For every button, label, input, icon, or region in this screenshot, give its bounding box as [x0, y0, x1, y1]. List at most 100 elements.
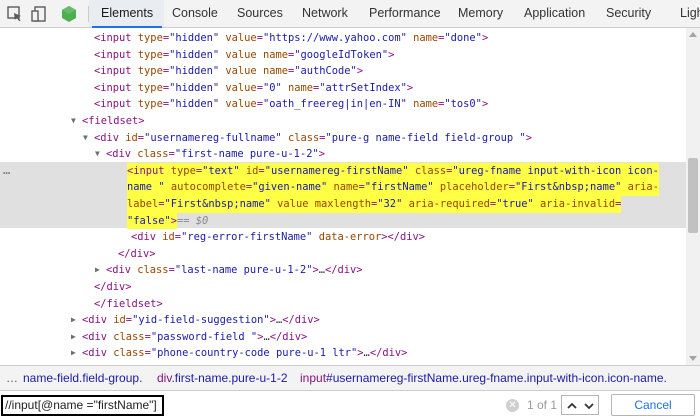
markup-token: "password-field " — [150, 330, 258, 343]
clear-search-icon[interactable]: ✕ — [506, 399, 519, 412]
dom-node-line[interactable]: ▼ <div class="first-name pure-u-1-2"> — [0, 146, 686, 163]
breadcrumb-selector: name-field.field-group. — [23, 371, 143, 385]
markup-token: </div> — [269, 330, 308, 343]
tab-elements[interactable]: Elements — [91, 0, 163, 28]
devtools-toolbar: Elements Console Sources Network Perform… — [0, 0, 700, 28]
markup-token: "first-name pure-u-1-2" — [174, 148, 319, 161]
markup-token: aria-required — [408, 198, 490, 210]
tab-security[interactable]: Security — [606, 0, 651, 27]
breadcrumb-item-first-name[interactable]: div.first-name.pure-u-1-2 — [157, 366, 288, 390]
find-input[interactable]: //input[@name ="firstName"] — [1, 395, 164, 416]
markup-token: name — [333, 181, 359, 194]
markup-token: <input — [94, 65, 138, 78]
markup-token: "usernamereg-firstName" — [264, 164, 409, 177]
markup-token: "attrSetIndex" — [319, 81, 407, 94]
dom-node-line-selected[interactable]: name " autocomplete="given-name" name="f… — [0, 179, 686, 196]
tab-memory[interactable]: Memory — [458, 0, 503, 27]
collapse-triangle-icon[interactable]: ▶ — [71, 329, 81, 346]
collapse-triangle-icon[interactable]: ▶ — [71, 312, 81, 329]
dom-node-line[interactable]: ▶ <div class="last-name pure-u-1-2">…</di… — [0, 262, 686, 279]
markup-token: id — [113, 314, 126, 327]
dom-node-line[interactable]: <input type="hidden" value="oath_freereg… — [0, 96, 686, 113]
breadcrumb-item-fieldgroup[interactable]: name-field.field-group. — [23, 366, 142, 390]
previous-match-icon[interactable] — [565, 399, 579, 413]
dom-node-line-selected[interactable]: "false"> == $0 — [0, 212, 686, 230]
tab-performance[interactable]: Performance — [369, 0, 441, 27]
markup-token: "phone-country-code pure-u-1 ltr" — [150, 347, 358, 360]
markup-token: > — [525, 131, 532, 144]
collapse-triangle-icon[interactable]: ▶ — [95, 262, 105, 279]
extension-icon[interactable] — [59, 4, 79, 24]
markup-token: id — [125, 131, 138, 144]
markup-token: <input — [94, 48, 138, 61]
dom-node-markup: <div id="usernamereg-fullname" class="pu… — [94, 130, 532, 147]
tab-lighthouse[interactable]: Ligh — [680, 0, 700, 27]
markup-token: "tos0" — [444, 98, 482, 111]
markup-token: "hidden" — [169, 32, 220, 44]
dom-node-line[interactable]: ▶ <div class="password-field ">…</div> — [0, 329, 686, 346]
breadcrumb-item-input[interactable]: input#usernamereg-firstName.ureg-fname.i… — [300, 366, 667, 390]
tab-console[interactable]: Console — [172, 0, 218, 27]
cancel-button[interactable]: Cancel — [611, 394, 695, 416]
dom-node-markup: <fieldset> — [82, 113, 145, 130]
dom-node-markup: <input type="text" id="usernamereg-first… — [127, 162, 659, 180]
markup-token: name — [262, 48, 288, 61]
dom-node-line-selected[interactable]: <input type="text" id="usernamereg-first… — [0, 162, 686, 180]
dom-node-line[interactable]: </div> — [0, 279, 686, 296]
dom-node-markup: "false"> — [127, 212, 178, 230]
markup-token: "usernamereg-fullname" — [144, 131, 282, 144]
markup-token: </div> — [369, 347, 408, 360]
dom-node-line[interactable]: ▶ <div class="phone-country-code pure-u-1… — [0, 345, 686, 362]
markup-token: </fieldset> — [94, 297, 163, 310]
next-match-icon[interactable] — [582, 399, 596, 413]
inspect-element-icon[interactable] — [5, 4, 25, 24]
scroll-up-arrow-icon[interactable] — [689, 32, 697, 37]
scrollbar-thumb[interactable] — [688, 158, 698, 233]
markup-token: <input — [127, 164, 171, 177]
markup-token: name — [413, 32, 439, 44]
dom-node-line-selected[interactable]: label="First&nbsp;name" value maxlength=… — [0, 196, 686, 213]
breadcrumb-selector: #usernamereg-firstName.ureg-fname.input-… — [326, 371, 667, 385]
markup-token: "First&nbsp;name" — [164, 198, 271, 210]
markup-token: class — [137, 148, 169, 161]
markup-token: > — [388, 48, 395, 61]
markup-token: <div — [82, 347, 114, 360]
tab-network[interactable]: Network — [302, 0, 348, 27]
device-toolbar-icon[interactable] — [30, 4, 50, 24]
dom-node-markup: <div id="reg-error-firstName" data-error… — [131, 229, 425, 246]
dom-node-line[interactable]: <input type="hidden" value="0" name="att… — [0, 80, 686, 97]
dom-node-line[interactable]: </fieldset> — [0, 296, 686, 313]
breadcrumb: … name-field.field-group. div.first-name… — [0, 365, 700, 391]
dom-node-line[interactable]: <div id="reg-error-firstName" data-error… — [0, 229, 686, 246]
dom-tree: … <input type="hidden" value="https://ww… — [0, 28, 686, 365]
markup-token: "hidden" — [169, 65, 220, 78]
dom-node-markup: <div class="phone-country-code pure-u-1 … — [82, 345, 407, 362]
markup-token: > — [481, 98, 489, 111]
tab-application[interactable]: Application — [524, 0, 585, 27]
dom-node-line[interactable]: ▼ <fieldset> — [0, 113, 686, 130]
dom-node-line[interactable]: </div> — [0, 246, 686, 263]
dom-tree-scrollbar[interactable] — [686, 28, 700, 365]
scroll-down-arrow-icon[interactable] — [689, 356, 697, 361]
dom-node-line[interactable]: <input type="hidden" value name="authCod… — [0, 63, 686, 80]
dom-node-line[interactable]: <input type="hidden" value="https://www.… — [0, 30, 686, 47]
dom-node-line[interactable]: ▼ <div id="usernamereg-fullname" class="p… — [0, 130, 686, 147]
markup-token: type — [170, 164, 196, 177]
dom-node-line[interactable]: <input type="hidden" value name="googleI… — [0, 47, 686, 64]
breadcrumb-tag: div — [157, 371, 172, 385]
collapse-triangle-icon[interactable]: ▶ — [71, 345, 81, 362]
markup-token: "32" — [377, 198, 403, 210]
expand-triangle-icon[interactable]: ▼ — [95, 146, 105, 163]
markup-token: type — [137, 65, 163, 78]
markup-token: <div — [106, 264, 138, 277]
expand-triangle-icon[interactable]: ▼ — [83, 130, 93, 147]
markup-token: "true" — [496, 198, 534, 210]
markup-token: > — [356, 65, 364, 78]
breadcrumb-ellipsis[interactable]: … — [6, 366, 18, 390]
dom-node-markup: <input type="hidden" value name="googleI… — [94, 47, 394, 64]
dom-node-line[interactable]: ▶ <div id="yid-field-suggestion">…</div> — [0, 312, 686, 329]
tab-sources[interactable]: Sources — [237, 0, 283, 27]
markup-token: </div> — [118, 247, 156, 260]
markup-token: class — [414, 164, 447, 177]
expand-triangle-icon[interactable]: ▼ — [71, 113, 81, 130]
